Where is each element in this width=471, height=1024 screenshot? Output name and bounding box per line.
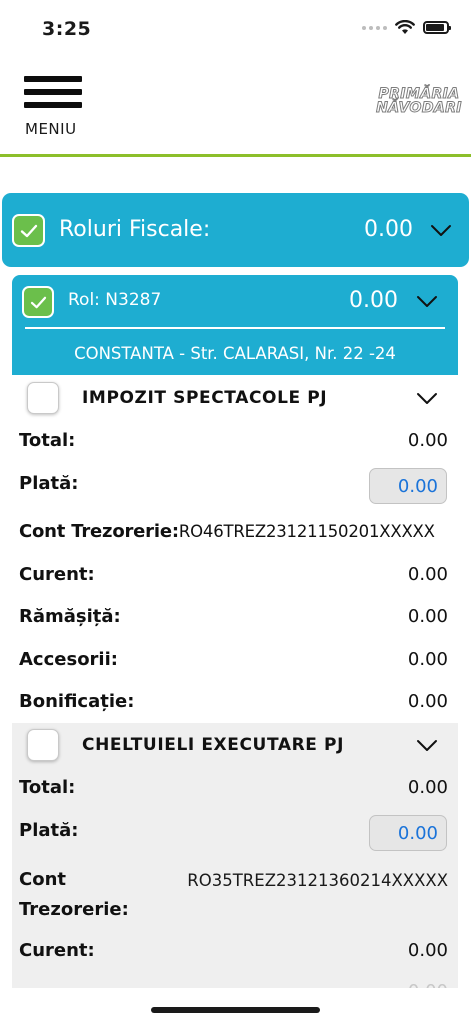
chevron-down-icon[interactable] <box>416 392 438 405</box>
tax-1-curent-label: Curent: <box>19 564 95 585</box>
chevron-down-icon[interactable] <box>416 295 438 308</box>
tax-2-plata-label: Plată: <box>19 820 79 841</box>
tax-2-next-value-partial: 0.00 <box>408 983 448 988</box>
logo-line-1: PRIMĂRIA <box>378 86 460 102</box>
wifi-icon <box>395 20 415 34</box>
tax-1-cont-row: Cont Trezorerie:RO46TREZ23121150201XXXXX <box>19 521 435 542</box>
tax-item-impozit-spectacole <box>12 376 458 723</box>
home-indicator[interactable] <box>151 1007 320 1013</box>
signal-dots-icon <box>362 25 387 30</box>
role-amount: 0.00 <box>349 288 398 313</box>
tax-1-plata-label: Plată: <box>19 473 79 494</box>
tax-2-curent-value: 0.00 <box>407 940 448 961</box>
fiscal-roles-checkbox[interactable] <box>12 214 45 247</box>
tax-1-bonificatie-value: 0.00 <box>407 691 448 712</box>
tax-1-checkbox[interactable] <box>27 382 59 414</box>
tax-1-cont-value: RO46TREZ23121150201XXXXX <box>178 522 435 541</box>
primaria-logo: PRIMĂRIA NĂVODARI <box>373 86 465 116</box>
tax-1-total-value: 0.00 <box>407 430 448 451</box>
tax-1-total-label: Total: <box>19 430 76 451</box>
header-divider <box>0 154 471 157</box>
tax-2-cont-label-2: Trezorerie: <box>19 899 129 920</box>
tax-2-total-label: Total: <box>19 777 76 798</box>
tax-1-curent-value: 0.00 <box>407 564 448 585</box>
tax-2-total-value: 0.00 <box>407 777 448 798</box>
checkmark-icon <box>30 296 46 308</box>
tax-2-title: CHELTUIELI EXECUTARE PJ <box>82 735 345 755</box>
battery-icon <box>423 21 451 34</box>
tax-1-accesorii-label: Accesorii: <box>19 649 118 670</box>
fiscal-roles-amount: 0.00 <box>364 217 413 242</box>
tax-2-checkbox[interactable] <box>27 729 59 761</box>
hamburger-icon <box>24 76 82 108</box>
tax-1-bonificatie-label: Bonificație: <box>19 691 135 712</box>
role-label: Rol: N3287 <box>68 290 162 310</box>
menu-button[interactable]: MENIU <box>24 76 84 138</box>
chevron-down-icon[interactable] <box>430 224 452 237</box>
tax-1-ramasita-label: Rămășiță: <box>19 606 121 627</box>
tax-2-cont-label-1: Cont <box>19 869 66 890</box>
tax-1-plata-input[interactable] <box>369 468 447 504</box>
tax-1-ramasita-value: 0.00 <box>407 606 448 627</box>
tax-1-accesorii-value: 0.00 <box>407 649 448 670</box>
tax-2-plata-input[interactable] <box>369 815 447 851</box>
tax-1-cont-label: Cont Trezorerie: <box>19 521 179 542</box>
role-checkbox[interactable] <box>22 286 54 318</box>
role-address: CONSTANTA - Str. CALARASI, Nr. 22 -24 <box>74 344 396 363</box>
tax-2-cont-value: RO35TREZ23121360214XXXXX <box>187 871 448 890</box>
checkmark-icon <box>20 224 37 237</box>
role-divider <box>25 327 445 329</box>
menu-label: MENIU <box>25 120 77 138</box>
tax-2-curent-label: Curent: <box>19 940 95 961</box>
fiscal-roles-title: Roluri Fiscale: <box>59 217 211 242</box>
status-time: 3:25 <box>42 18 92 40</box>
tax-1-title: IMPOZIT SPECTACOLE PJ <box>82 388 328 408</box>
status-icons <box>362 20 451 35</box>
chevron-down-icon[interactable] <box>416 739 438 752</box>
logo-line-2: NĂVODARI <box>376 100 462 116</box>
